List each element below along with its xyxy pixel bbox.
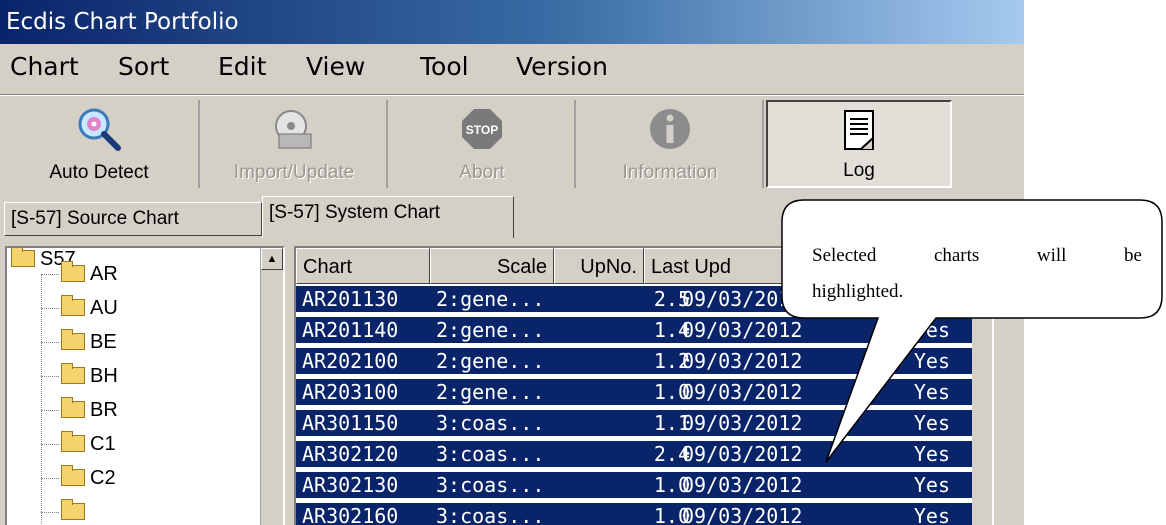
callout-word: charts	[933, 245, 980, 266]
callout-word: be	[1124, 245, 1142, 266]
callout-word: will	[1036, 245, 1067, 266]
callout-word: Selected	[812, 245, 877, 266]
callout-text: Selected charts will be highlighted.	[812, 238, 1142, 310]
callout-line-2: highlighted.	[812, 281, 904, 302]
tab-system-chart[interactable]: [S-57] System Chart	[262, 196, 514, 238]
